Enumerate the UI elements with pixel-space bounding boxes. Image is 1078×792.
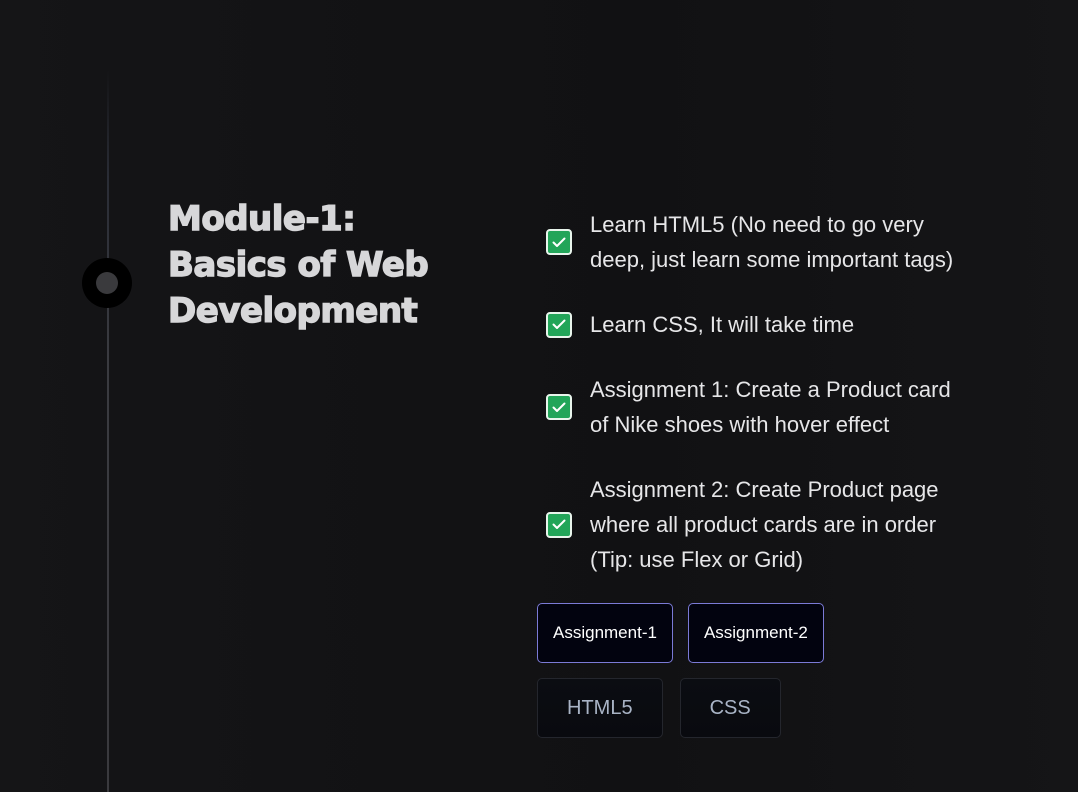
timeline-dot-icon — [82, 258, 132, 308]
tag-html5-button[interactable]: HTML5 — [537, 678, 663, 738]
page: Module-1: Basics of Web Development Lear… — [0, 0, 1078, 792]
checkbox-checked[interactable] — [546, 511, 572, 538]
assignment-buttons: Assignment-1 Assignment-2 — [537, 603, 839, 663]
task-list: Learn HTML5 (No need to go very deep, ju… — [546, 207, 986, 577]
task-item: Learn CSS, It will take time — [546, 307, 986, 342]
task-text: Assignment 1: Create a Product card of N… — [590, 377, 951, 437]
task-item: Assignment 1: Create a Product card of N… — [546, 372, 986, 442]
checkbox-checked[interactable] — [546, 311, 572, 338]
task-text: Learn CSS, It will take time — [590, 312, 855, 337]
timeline-line — [107, 70, 109, 792]
check-icon — [552, 402, 566, 412]
task-text: Assignment 2: Create Product page where … — [590, 477, 939, 572]
checkbox-checked[interactable] — [546, 229, 572, 255]
tag-buttons: HTML5 CSS — [537, 678, 798, 738]
task-item: Assignment 2: Create Product page where … — [546, 472, 986, 577]
task-item: Learn HTML5 (No need to go very deep, ju… — [546, 207, 986, 277]
assignment-1-button[interactable]: Assignment-1 — [537, 603, 673, 663]
module-title-main: Module-1: — [167, 198, 356, 239]
module-title-sub: Basics of Web Development — [167, 244, 429, 331]
assignment-2-button[interactable]: Assignment-2 — [687, 603, 824, 663]
check-icon — [552, 319, 566, 329]
check-icon — [552, 237, 566, 247]
module-title: Module-1: Basics of Web Development — [167, 196, 488, 334]
checkbox-checked[interactable] — [546, 394, 572, 420]
check-icon — [552, 519, 566, 529]
timeline-dot-center — [96, 272, 118, 294]
tag-css-button[interactable]: CSS — [679, 678, 781, 738]
task-text: Learn HTML5 (No need to go very deep, ju… — [590, 212, 954, 272]
